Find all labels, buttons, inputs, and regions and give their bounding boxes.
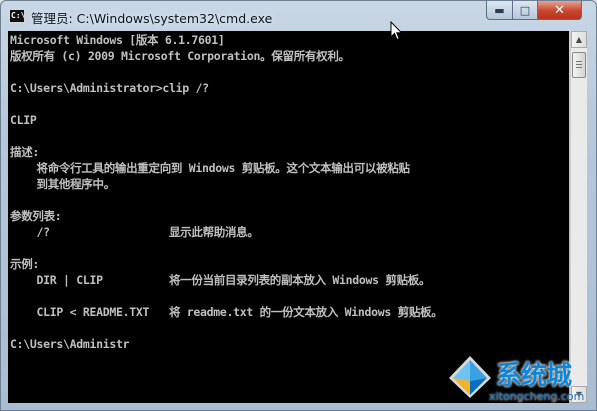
vertical-scrollbar[interactable]: ▲ ▼	[570, 31, 587, 403]
console-line: CLIP	[10, 113, 37, 127]
console-line: 描述:	[10, 145, 40, 159]
console-output[interactable]: Microsoft Windows [版本 6.1.7601] 版权所有 (c) …	[8, 31, 569, 403]
console-line: 版权所有 (c) 2009 Microsoft Corporation。保留所有…	[10, 49, 350, 63]
console-line: 示例:	[10, 257, 40, 271]
cmd-icon[interactable]: C:\	[9, 9, 25, 23]
console-line: DIR | CLIP 将一份当前目录列表的副本放入 Windows 剪贴板。	[10, 273, 431, 287]
mouse-pointer-icon	[390, 21, 403, 41]
console-line: CLIP < README.TXT 将 readme.txt 的一份文本放入 W…	[10, 305, 443, 319]
console-line: 将命令行工具的输出重定向到 Windows 剪贴板。这个文本输出可以被粘贴	[10, 161, 410, 175]
minimize-icon: ▬	[494, 3, 505, 17]
scroll-thumb[interactable]	[572, 52, 586, 78]
close-button[interactable]: ✕	[537, 1, 582, 20]
window-title: 管理员: C:\Windows\system32\cmd.exe	[31, 11, 273, 26]
console-line: C:\Users\Administrator>clip /?	[10, 81, 209, 95]
watermark-logo-icon	[449, 356, 491, 398]
watermark-text: 系统城	[496, 361, 572, 391]
console-line: C:\Users\Administr	[10, 337, 130, 351]
maximize-button[interactable]: □	[512, 1, 538, 20]
close-icon: ✕	[554, 2, 565, 18]
console-line: Microsoft Windows [版本 6.1.7601]	[10, 33, 225, 47]
cmd-window: C:\ 管理员: C:\Windows\system32\cmd.exe ▬ □…	[0, 0, 597, 411]
maximize-icon: □	[519, 3, 531, 17]
console-line: 到其他程序中。	[10, 177, 115, 191]
scroll-up-arrow-icon[interactable]: ▲	[571, 31, 587, 48]
title-bar[interactable]: C:\ 管理员: C:\Windows\system32\cmd.exe ▬ □…	[1, 1, 596, 31]
watermark-url: xitongcheng.com	[489, 390, 585, 403]
minimize-button[interactable]: ▬	[486, 1, 513, 20]
console-line: 参数列表:	[10, 209, 62, 223]
console-line: /? 显示此帮助消息。	[10, 225, 259, 239]
